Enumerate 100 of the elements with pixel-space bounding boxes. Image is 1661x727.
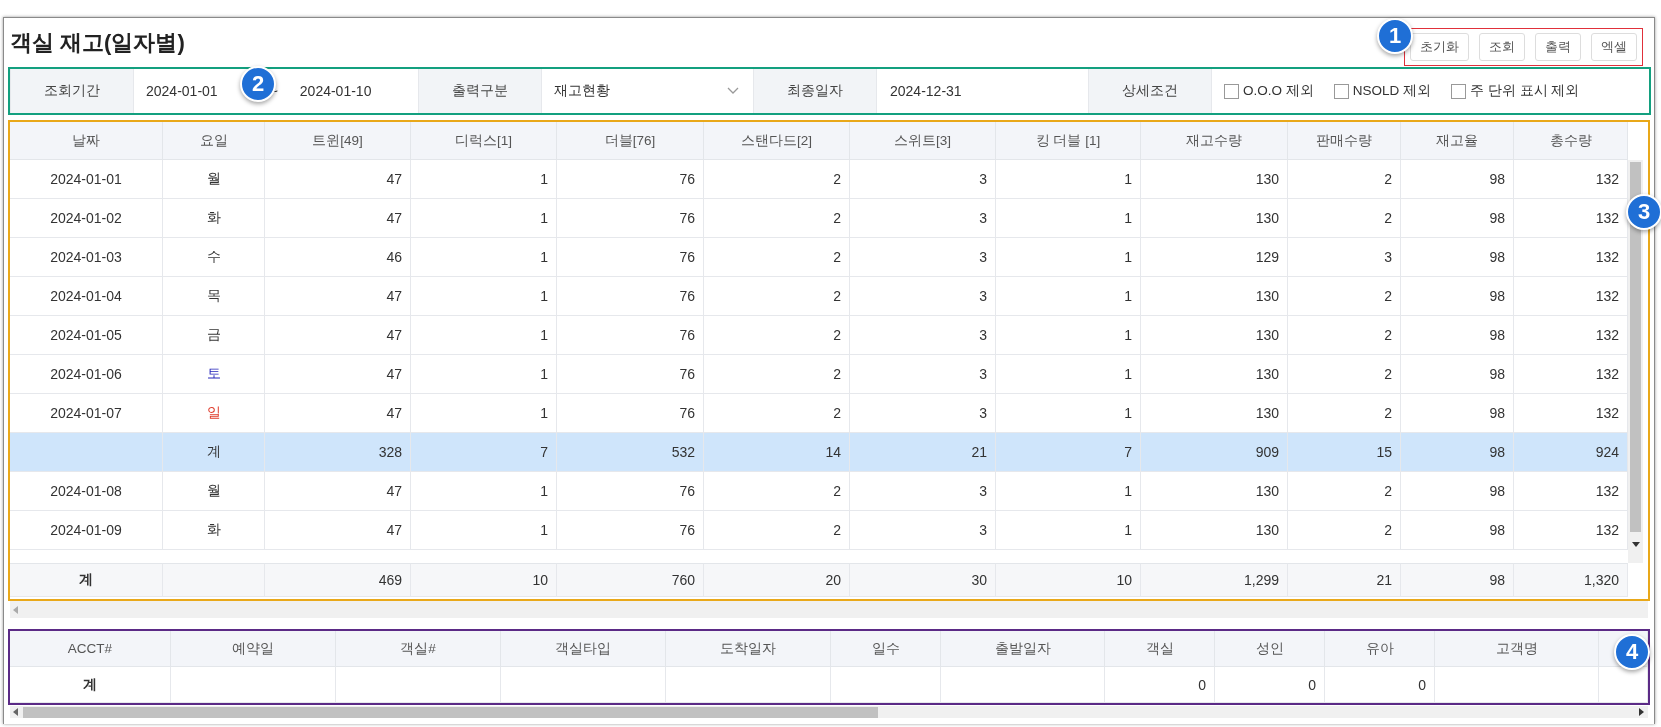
table-cell: 0: [1215, 667, 1325, 703]
callout-badge: 1: [1377, 18, 1413, 54]
table-cell: 1: [996, 238, 1141, 277]
option-checkbox[interactable]: O.O.O 제외: [1224, 82, 1314, 100]
table-cell: 1: [996, 277, 1141, 316]
table-cell: 130: [1141, 277, 1288, 316]
column-header[interactable]: 스탠다드[2]: [704, 122, 850, 160]
table-cell: 130: [1141, 316, 1288, 355]
table-cell: 2: [704, 511, 850, 550]
table-cell: 3: [850, 472, 996, 511]
date-field[interactable]: 2024-01-01: [146, 83, 218, 99]
table-cell: 3: [850, 277, 996, 316]
table-cell: 76: [557, 199, 704, 238]
column-header[interactable]: 재고수량: [1141, 122, 1288, 160]
date-field[interactable]: 2024-01-10: [299, 83, 372, 99]
table-cell: 3: [850, 160, 996, 199]
table-cell: 1,320: [1514, 563, 1628, 597]
column-header[interactable]: 고객명: [1435, 631, 1599, 667]
toolbar-button[interactable]: 출력: [1535, 32, 1581, 61]
table-cell: 469: [265, 563, 411, 597]
column-header[interactable]: 재고율: [1401, 122, 1514, 160]
table-cell: 계: [10, 563, 163, 597]
table-cell: 3: [850, 199, 996, 238]
table-cell: 2: [1288, 511, 1401, 550]
filter-label: 조회기간: [10, 69, 134, 113]
column-header[interactable]: 도착일자: [666, 631, 831, 667]
table-cell: 76: [557, 316, 704, 355]
checkbox[interactable]: [1224, 83, 1239, 99]
table-cell: 2024-01-03: [10, 238, 163, 277]
table-cell: 월: [163, 160, 265, 199]
option-checkbox[interactable]: NSOLD 제외: [1333, 82, 1432, 100]
column-header[interactable]: 트윈[49]: [265, 122, 411, 160]
column-header[interactable]: 더블[76]: [557, 122, 704, 160]
table-cell: 21: [1288, 563, 1401, 597]
table-cell: 924: [1514, 433, 1628, 472]
table-cell: 1: [996, 355, 1141, 394]
table-cell: 15: [1288, 433, 1401, 472]
column-header[interactable]: 성인: [1215, 631, 1325, 667]
table-cell: 2024-01-06: [10, 355, 163, 394]
table-cell: 화: [163, 199, 265, 238]
horizontal-scrollbar[interactable]: [10, 601, 1648, 618]
table-cell: 2: [704, 160, 850, 199]
horizontal-scrollbar[interactable]: [10, 706, 1648, 718]
scroll-left-arrow-icon[interactable]: [13, 708, 19, 716]
column-header[interactable]: 출발일자: [941, 631, 1105, 667]
toolbar-button[interactable]: 초기화: [1410, 32, 1469, 61]
table-cell: 47: [265, 472, 411, 511]
toolbar-button[interactable]: 엑셀: [1591, 32, 1637, 61]
checkbox[interactable]: [1451, 83, 1467, 99]
scroll-right-arrow-icon[interactable]: [1639, 708, 1645, 716]
table-cell: 98: [1401, 563, 1514, 597]
table-cell: 3: [850, 355, 996, 394]
table-cell: 76: [557, 160, 704, 199]
column-header[interactable]: ACCT#: [10, 631, 171, 667]
output-dropdown[interactable]: 재고현황: [542, 69, 753, 113]
table-cell: 2: [704, 355, 850, 394]
option-checkbox[interactable]: 주 단위 표시 제외: [1451, 82, 1580, 100]
toolbar-button[interactable]: 조회: [1479, 32, 1525, 61]
column-header[interactable]: 요일: [163, 122, 265, 160]
table-cell: 7: [996, 433, 1141, 472]
table-cell: 47: [265, 355, 411, 394]
scrollbar-thumb[interactable]: [23, 706, 878, 718]
table-cell: 47: [265, 199, 411, 238]
table-cell: 130: [1141, 199, 1288, 238]
column-header[interactable]: 예약일: [171, 631, 336, 667]
table-cell: 47: [265, 316, 411, 355]
column-header[interactable]: 객실타입: [501, 631, 666, 667]
table-cell: 수: [163, 238, 265, 277]
column-header[interactable]: 일수: [831, 631, 941, 667]
table-cell: 98: [1401, 511, 1514, 550]
table-cell: 1,299: [1141, 563, 1288, 597]
table-cell: 2024-01-09: [10, 511, 163, 550]
table-cell: 1: [411, 238, 557, 277]
table-cell: 98: [1401, 433, 1514, 472]
table-cell: 98: [1401, 238, 1514, 277]
table-cell: 3: [850, 238, 996, 277]
table-cell: 2: [1288, 472, 1401, 511]
filter-label: 상세조건: [1088, 69, 1212, 113]
column-header[interactable]: 총수량: [1514, 122, 1628, 160]
table-cell: 47: [265, 511, 411, 550]
column-header[interactable]: 객실: [1105, 631, 1215, 667]
column-header[interactable]: 유아: [1325, 631, 1435, 667]
column-header[interactable]: 디럭스[1]: [411, 122, 557, 160]
column-header[interactable]: 스위트[3]: [850, 122, 996, 160]
column-header[interactable]: 판매수량: [1288, 122, 1401, 160]
table-cell: 1: [996, 511, 1141, 550]
table-cell: 2: [704, 238, 850, 277]
column-header[interactable]: 객실#: [336, 631, 501, 667]
table-cell: 98: [1401, 472, 1514, 511]
date-field[interactable]: 2024-12-31: [877, 69, 1088, 113]
table-cell: 909: [1141, 433, 1288, 472]
scroll-down-arrow-icon[interactable]: [1631, 542, 1640, 548]
column-header[interactable]: 킹 더블 [1]: [996, 122, 1141, 160]
checkbox[interactable]: [1333, 83, 1349, 99]
table-cell: 129: [1141, 238, 1288, 277]
table-cell: 3: [1288, 238, 1401, 277]
table-cell: 1: [996, 160, 1141, 199]
filter-label: 출력구분: [418, 69, 542, 113]
table-cell: 7: [411, 433, 557, 472]
column-header[interactable]: 날짜: [10, 122, 163, 160]
